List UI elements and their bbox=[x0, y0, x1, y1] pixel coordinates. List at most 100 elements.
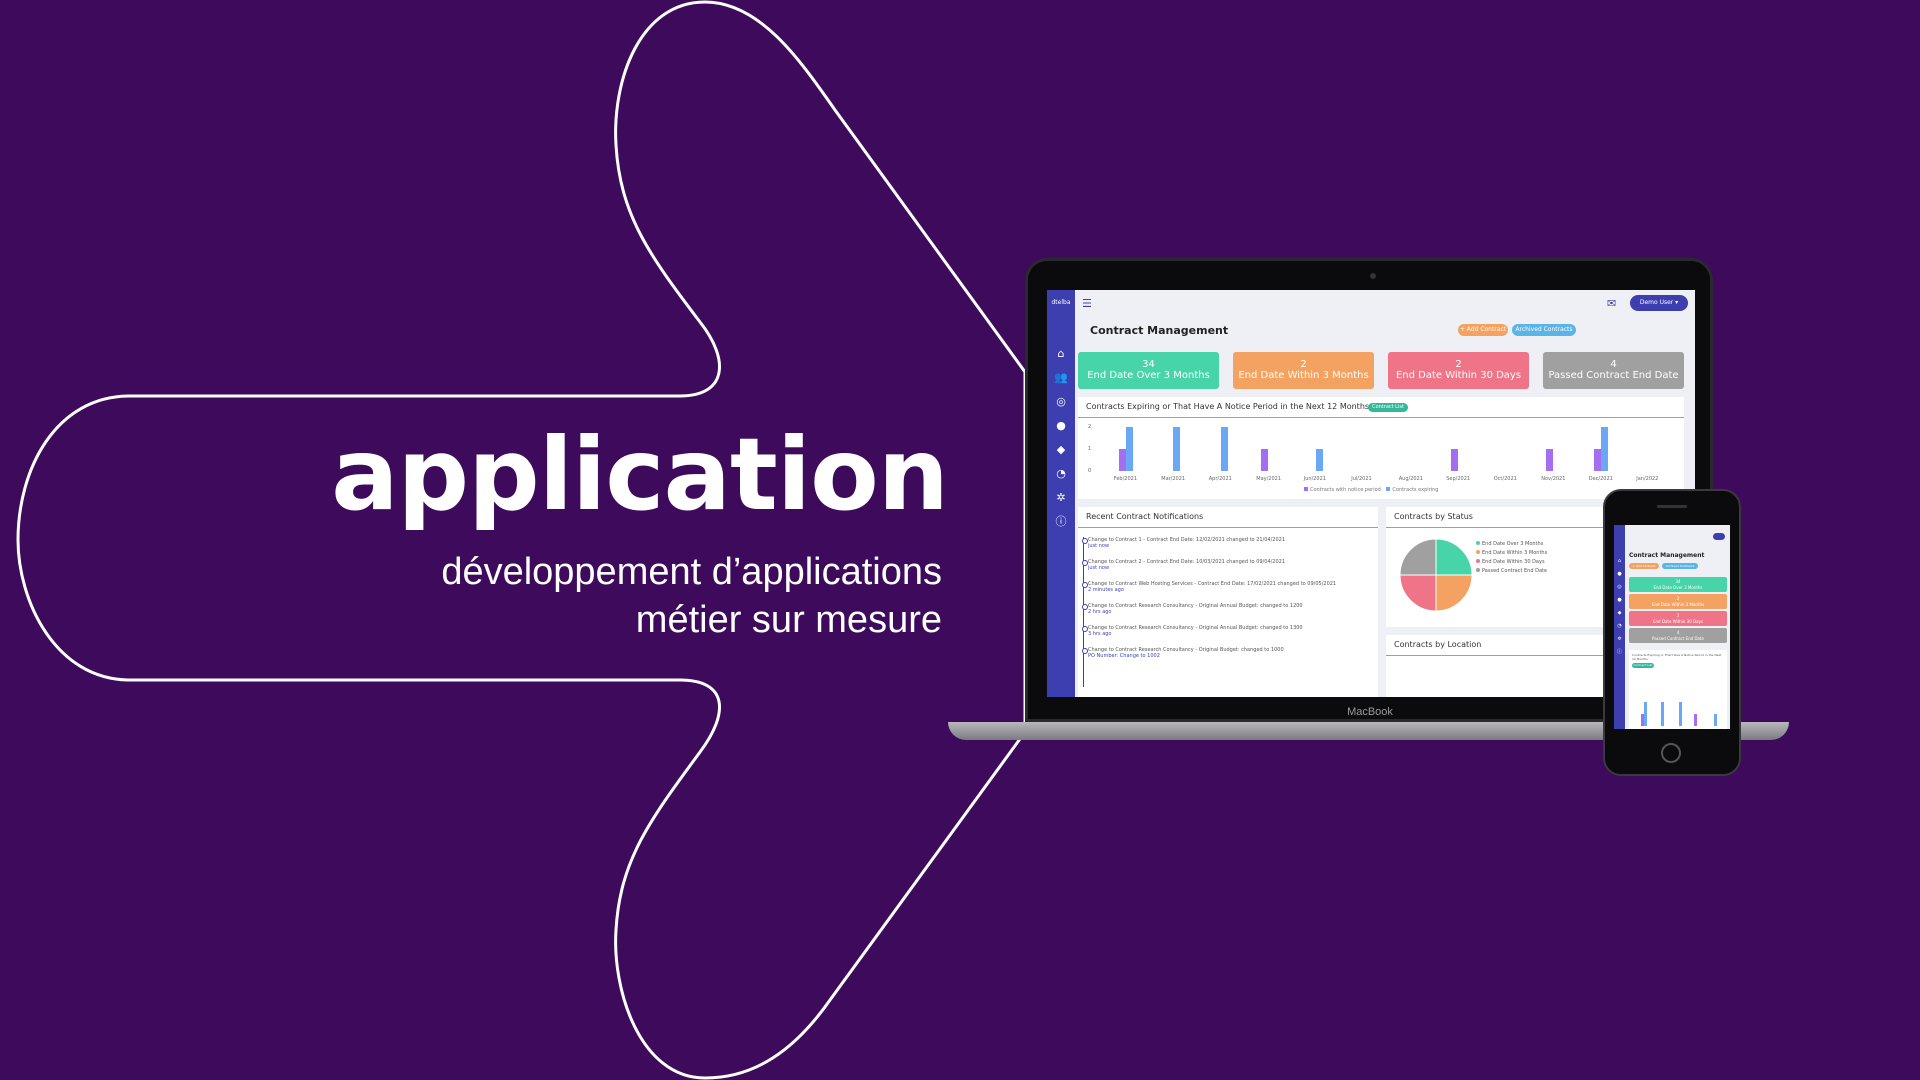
phone-bar-chart bbox=[1635, 702, 1723, 726]
x-tick-label: Jul/2021 bbox=[1351, 476, 1372, 482]
notification-item[interactable]: Change to Contract Research Consultancy … bbox=[1082, 647, 1284, 659]
notification-text: Change to Contract Research Consultancy … bbox=[1088, 625, 1303, 631]
pie-slice bbox=[1435, 538, 1473, 576]
tags-icon[interactable]: ◆ bbox=[1614, 607, 1625, 620]
card-over-3-months[interactable]: 34 End Date Over 3 Months bbox=[1078, 352, 1219, 389]
laptop-screen: dtelba ⌂ 👥 ◎ ● ◆ ◔ ✲ ⓘ ☰ ✉ Demo User ▾ C… bbox=[1047, 290, 1695, 697]
contract-list-button[interactable]: Contract List bbox=[1368, 403, 1408, 412]
chart-pie-icon[interactable]: ◔ bbox=[1047, 462, 1075, 486]
status-legend-item: End Date Over 3 Months bbox=[1476, 541, 1543, 547]
y-tick-label: 1 bbox=[1088, 446, 1092, 452]
notification-item[interactable]: Change to Contract 2 - Contract End Date… bbox=[1081, 559, 1285, 571]
chart-bar bbox=[1546, 449, 1554, 471]
x-tick-label: Jan/2022 bbox=[1636, 476, 1659, 482]
status-legend-item: Passed Contract End Date bbox=[1476, 568, 1547, 574]
add-contract-button[interactable]: + Add Contract bbox=[1458, 324, 1508, 336]
x-tick-label: Apr/2021 bbox=[1208, 476, 1232, 482]
tags-icon[interactable]: ◆ bbox=[1047, 438, 1075, 462]
mail-icon[interactable]: ✉ bbox=[1607, 297, 1616, 310]
notification-item[interactable]: Change to Contract Research Consultancy … bbox=[1082, 625, 1303, 637]
phone-card-over-3-months[interactable]: 34 End Date Over 3 Months bbox=[1629, 577, 1727, 592]
card-count: 4 bbox=[1610, 359, 1617, 370]
handshake-icon[interactable]: ◎ bbox=[1047, 390, 1075, 414]
chart-pie-icon[interactable]: ◔ bbox=[1614, 620, 1625, 633]
x-tick-label: Feb/2021 bbox=[1113, 476, 1138, 482]
phone-card-within-30-days[interactable]: 2 End Date Within 30 Days bbox=[1629, 611, 1727, 626]
card-label: Passed Contract End Date bbox=[1548, 370, 1679, 381]
chart-bar bbox=[1173, 427, 1181, 471]
card-label: End Date Over 3 Months bbox=[1087, 370, 1210, 381]
phone-chart-title: Contracts Expiring or That Have A Notice… bbox=[1632, 653, 1722, 661]
notification-time: 2 minutes ago bbox=[1088, 587, 1124, 593]
phone-chart-bar bbox=[1661, 702, 1665, 726]
home-icon[interactable]: ⌂ bbox=[1047, 342, 1075, 366]
phone-card-passed-end-date[interactable]: 4 Passed Contract End Date bbox=[1629, 628, 1727, 643]
status-pie-chart bbox=[1399, 538, 1473, 612]
app-logo: dtelba bbox=[1051, 299, 1071, 306]
phone-contract-list-button[interactable]: Contract List bbox=[1632, 663, 1654, 668]
notification-text: Change to Contract Research Consultancy … bbox=[1088, 603, 1303, 609]
home-icon[interactable]: ⌂ bbox=[1614, 555, 1625, 568]
info-icon[interactable]: ⓘ bbox=[1614, 646, 1625, 659]
users-icon[interactable]: 👥 bbox=[1047, 366, 1075, 390]
card-count: 2 bbox=[1676, 596, 1680, 601]
chart-bar bbox=[1125, 427, 1133, 471]
divider bbox=[1078, 417, 1684, 418]
x-tick-label: Sep/2021 bbox=[1446, 476, 1471, 482]
phone-card-within-3-months[interactable]: 2 End Date Within 3 Months bbox=[1629, 594, 1727, 609]
card-passed-end-date[interactable]: 4 Passed Contract End Date bbox=[1543, 352, 1684, 389]
hero-subtitle-line-2: métier sur mesure bbox=[635, 599, 942, 641]
legend-dot bbox=[1476, 541, 1480, 545]
legend-dot bbox=[1476, 550, 1480, 554]
user-icon[interactable]: ● bbox=[1614, 594, 1625, 607]
phone-speaker bbox=[1657, 505, 1687, 508]
notification-item[interactable]: Change to Contract 1 - Contract End Date… bbox=[1081, 537, 1286, 549]
card-label: End Date Within 3 Months bbox=[1651, 602, 1705, 607]
card-label: Passed Contract End Date bbox=[1651, 636, 1705, 641]
panel-title: Contracts Expiring or That Have A Notice… bbox=[1086, 402, 1370, 411]
y-tick-label: 0 bbox=[1088, 468, 1092, 474]
chart-bar bbox=[1593, 449, 1601, 471]
notification-item[interactable]: Change to Contract Research Consultancy … bbox=[1082, 603, 1303, 615]
notification-time: just now bbox=[1088, 543, 1110, 549]
x-tick-label: Nov/2021 bbox=[1541, 476, 1566, 482]
phone-home-button[interactable] bbox=[1661, 743, 1681, 763]
notifications-panel: Recent Contract Notifications Change to … bbox=[1078, 507, 1378, 697]
cogs-icon[interactable]: ✲ bbox=[1614, 633, 1625, 646]
expiring-chart-panel: Contracts Expiring or That Have A Notice… bbox=[1078, 397, 1684, 499]
laptop-brand-label: MacBook bbox=[1347, 706, 1393, 718]
legend-label: End Date Within 30 Days bbox=[1482, 559, 1545, 565]
hero-subtitle: développement d’applications métier sur … bbox=[441, 548, 942, 644]
cogs-icon[interactable]: ✲ bbox=[1047, 486, 1075, 510]
phone-archived-button[interactable]: Archived Contracts bbox=[1662, 563, 1698, 569]
phone-chart-panel: Contracts Expiring or That Have A Notice… bbox=[1629, 650, 1727, 729]
legend-swatch-notice bbox=[1304, 487, 1308, 491]
phone-add-contract-button[interactable]: + Add Contract bbox=[1629, 563, 1659, 569]
pie-slice bbox=[1399, 538, 1437, 576]
handshake-icon[interactable]: ◎ bbox=[1614, 581, 1625, 594]
chart-bar bbox=[1261, 449, 1269, 471]
pie-slice bbox=[1399, 574, 1437, 612]
notification-text: Change to Contract 1 - Contract End Date… bbox=[1088, 537, 1286, 543]
users-icon[interactable]: ● bbox=[1614, 568, 1625, 581]
user-menu-button[interactable]: Demo User ▾ bbox=[1630, 295, 1688, 311]
archived-contracts-button[interactable]: Archived Contracts bbox=[1512, 324, 1576, 336]
chart-bar bbox=[1220, 427, 1228, 471]
phone-chart-bar bbox=[1693, 714, 1697, 726]
phone-user-button[interactable] bbox=[1713, 533, 1725, 540]
menu-icon[interactable]: ☰ bbox=[1082, 297, 1092, 310]
x-tick-label: May/2021 bbox=[1256, 476, 1281, 482]
info-icon[interactable]: ⓘ bbox=[1047, 510, 1075, 534]
panel-title: Recent Contract Notifications bbox=[1086, 512, 1204, 521]
notification-item[interactable]: Change to Contract Web Hosting Services … bbox=[1081, 581, 1336, 593]
card-count: 2 bbox=[1300, 359, 1307, 370]
card-within-3-months[interactable]: 2 End Date Within 3 Months bbox=[1233, 352, 1374, 389]
card-within-30-days[interactable]: 2 End Date Within 30 Days bbox=[1388, 352, 1529, 389]
pie-slice bbox=[1435, 574, 1473, 612]
phone-screen: ⌂ ● ◎ ● ◆ ◔ ✲ ⓘ Contract Management + Ad… bbox=[1614, 525, 1730, 729]
card-label: End Date Over 3 Months bbox=[1653, 585, 1703, 590]
legend-dot bbox=[1476, 568, 1480, 572]
legend-expiring: Contracts expiring bbox=[1392, 487, 1439, 493]
chart-legend: Contracts with notice period Contracts e… bbox=[1304, 487, 1438, 493]
user-icon[interactable]: ● bbox=[1047, 414, 1075, 438]
